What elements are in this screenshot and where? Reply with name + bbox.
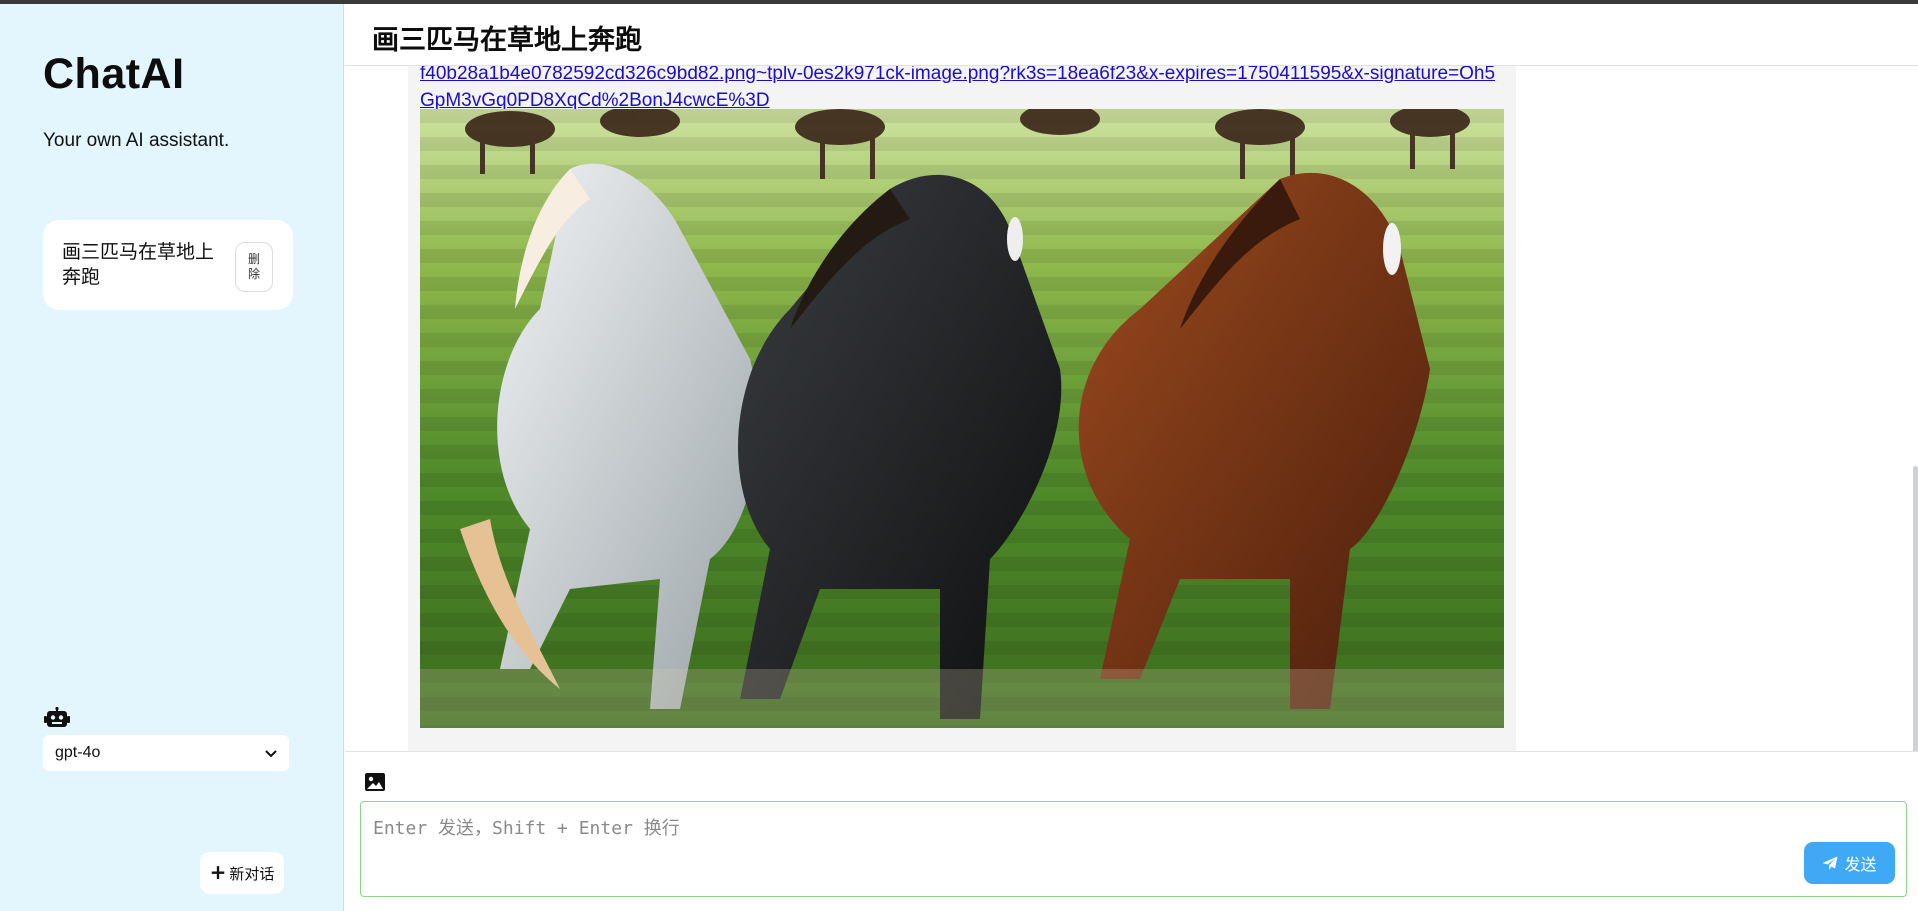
app-brand: ChatAI [43,50,185,98]
chat-header: 画三匹马在草地上奔跑 [345,4,1918,66]
delete-conversation-button[interactable]: 删除 [235,242,273,292]
app-tagline: Your own AI assistant. [43,130,230,151]
model-select-value: gpt-4o [55,744,101,761]
generated-image [420,109,1504,728]
send-label: 发送 [1844,855,1877,874]
conversation-item[interactable]: 画三匹马在草地上奔跑 删除 [43,220,293,310]
new-chat-button[interactable]: + 新对话 [200,852,284,894]
robot-icon [44,707,70,727]
new-chat-label: 新对话 [229,864,275,883]
scrollbar[interactable] [1913,466,1918,751]
model-select[interactable]: gpt-4o [43,735,289,771]
message-input[interactable] [360,801,1907,897]
plus-icon: + [209,860,227,884]
sidebar: ChatAI Your own AI assistant. 画三匹马在草地上奔跑… [0,4,344,911]
composer: 发送 [345,751,1918,911]
image-icon[interactable] [364,772,386,792]
conversation-title: 画三匹马在草地上奔跑 [62,241,215,288]
chevron-down-icon [265,746,277,761]
send-button[interactable]: 发送 [1804,842,1895,884]
paper-plane-icon [1822,856,1838,870]
message-list[interactable]: f40b28a1b4e0782592cd326c9bd82.png~tplv-0… [345,66,1918,751]
page-title: 画三匹马在草地上奔跑 [372,25,642,56]
image-url-link[interactable]: f40b28a1b4e0782592cd326c9bd82.png~tplv-0… [420,66,1505,114]
